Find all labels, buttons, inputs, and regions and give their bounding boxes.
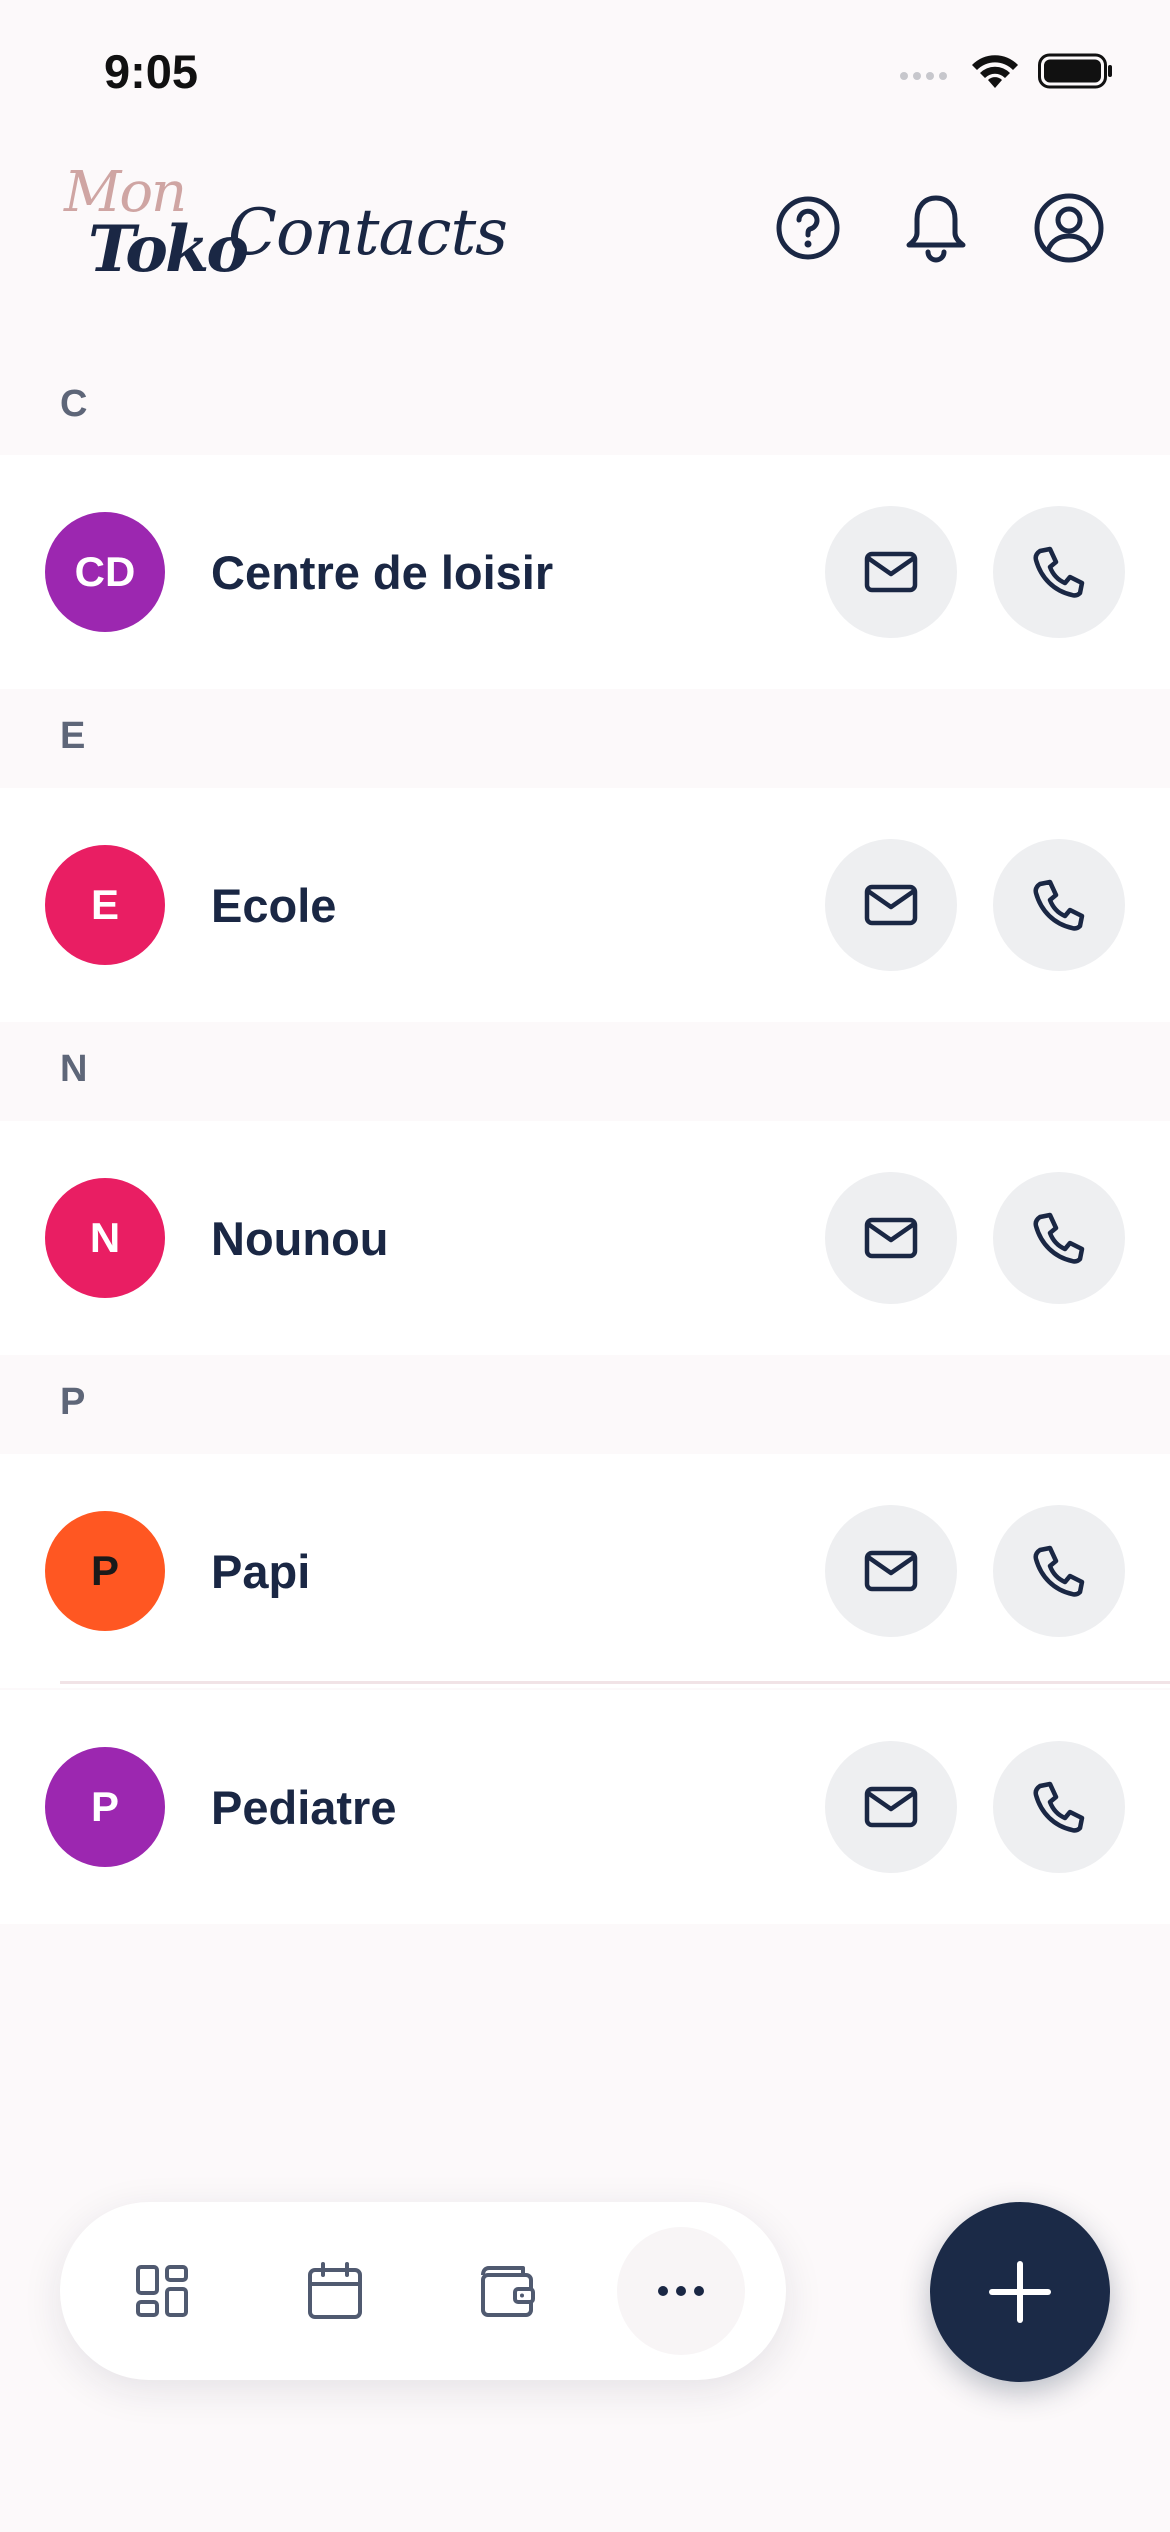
contact-row[interactable]: P Pediatre (0, 1690, 1170, 1924)
battery-icon (1038, 52, 1114, 95)
email-button[interactable] (825, 1741, 957, 1873)
phone-icon (1033, 879, 1085, 931)
section-letter: P (60, 1381, 86, 1423)
signal-icon (898, 59, 952, 88)
call-button[interactable] (993, 506, 1125, 638)
wifi-icon (970, 52, 1020, 95)
mail-icon (864, 551, 918, 593)
phone-icon (1033, 1781, 1085, 1833)
nav-wallet[interactable] (444, 2227, 572, 2355)
row-divider (60, 1681, 1170, 1684)
status-icons (898, 52, 1114, 95)
phone-icon (1033, 1212, 1085, 1264)
mail-icon (864, 1550, 918, 1592)
avatar: N (45, 1178, 165, 1298)
section-header-n: N (0, 1022, 1170, 1120)
mail-icon (864, 1217, 918, 1259)
section-header-p: P (0, 1355, 1170, 1453)
contact-row[interactable]: N Nounou (0, 1121, 1170, 1355)
help-icon[interactable] (768, 188, 848, 268)
calendar-icon (308, 2262, 362, 2319)
contact-name: Centre de loisir (211, 546, 554, 599)
wallet-icon (481, 2266, 535, 2317)
bottom-nav (60, 2202, 786, 2380)
call-button[interactable] (993, 839, 1125, 971)
contact-row[interactable]: P Papi (0, 1454, 1170, 1688)
logo-word-toko: Toko (88, 212, 249, 287)
nav-more[interactable] (617, 2227, 745, 2355)
email-button[interactable] (825, 1505, 957, 1637)
email-button[interactable] (825, 839, 957, 971)
contact-name: Pediatre (211, 1781, 397, 1834)
section-letter: N (60, 1048, 88, 1090)
contact-name: Papi (211, 1545, 311, 1598)
avatar: P (45, 1511, 165, 1631)
avatar: CD (45, 512, 165, 632)
email-button[interactable] (825, 506, 957, 638)
mail-icon (864, 1786, 918, 1828)
section-header-e: E (0, 689, 1170, 787)
contact-name: Nounou (211, 1212, 389, 1265)
bell-icon[interactable] (896, 188, 976, 268)
contact-name: Ecole (211, 879, 337, 932)
plus-icon (989, 2261, 1051, 2323)
phone-icon (1033, 546, 1085, 598)
nav-dashboard[interactable] (98, 2227, 226, 2355)
phone-icon (1033, 1545, 1085, 1597)
app-logo: Mon Toko Contacts (58, 160, 508, 300)
status-time: 9:05 (104, 45, 199, 98)
nav-calendar[interactable] (271, 2227, 399, 2355)
add-contact-button[interactable] (930, 2202, 1110, 2382)
mail-icon (864, 884, 918, 926)
call-button[interactable] (993, 1741, 1125, 1873)
app-header: Mon Toko Contacts (0, 140, 1170, 350)
section-header-c: C (0, 357, 1170, 455)
call-button[interactable] (993, 1505, 1125, 1637)
email-button[interactable] (825, 1172, 957, 1304)
contact-row[interactable]: E Ecole (0, 788, 1170, 1022)
account-icon[interactable] (1029, 188, 1109, 268)
more-icon (658, 2286, 704, 2296)
page-title: Contacts (228, 196, 508, 270)
contact-row[interactable]: CD Centre de loisir (0, 455, 1170, 689)
call-button[interactable] (993, 1172, 1125, 1304)
avatar: P (45, 1747, 165, 1867)
avatar: E (45, 845, 165, 965)
status-bar: 9:05 (0, 0, 1170, 140)
dashboard-icon (136, 2265, 188, 2317)
section-letter: C (60, 383, 88, 425)
section-letter: E (60, 715, 86, 757)
